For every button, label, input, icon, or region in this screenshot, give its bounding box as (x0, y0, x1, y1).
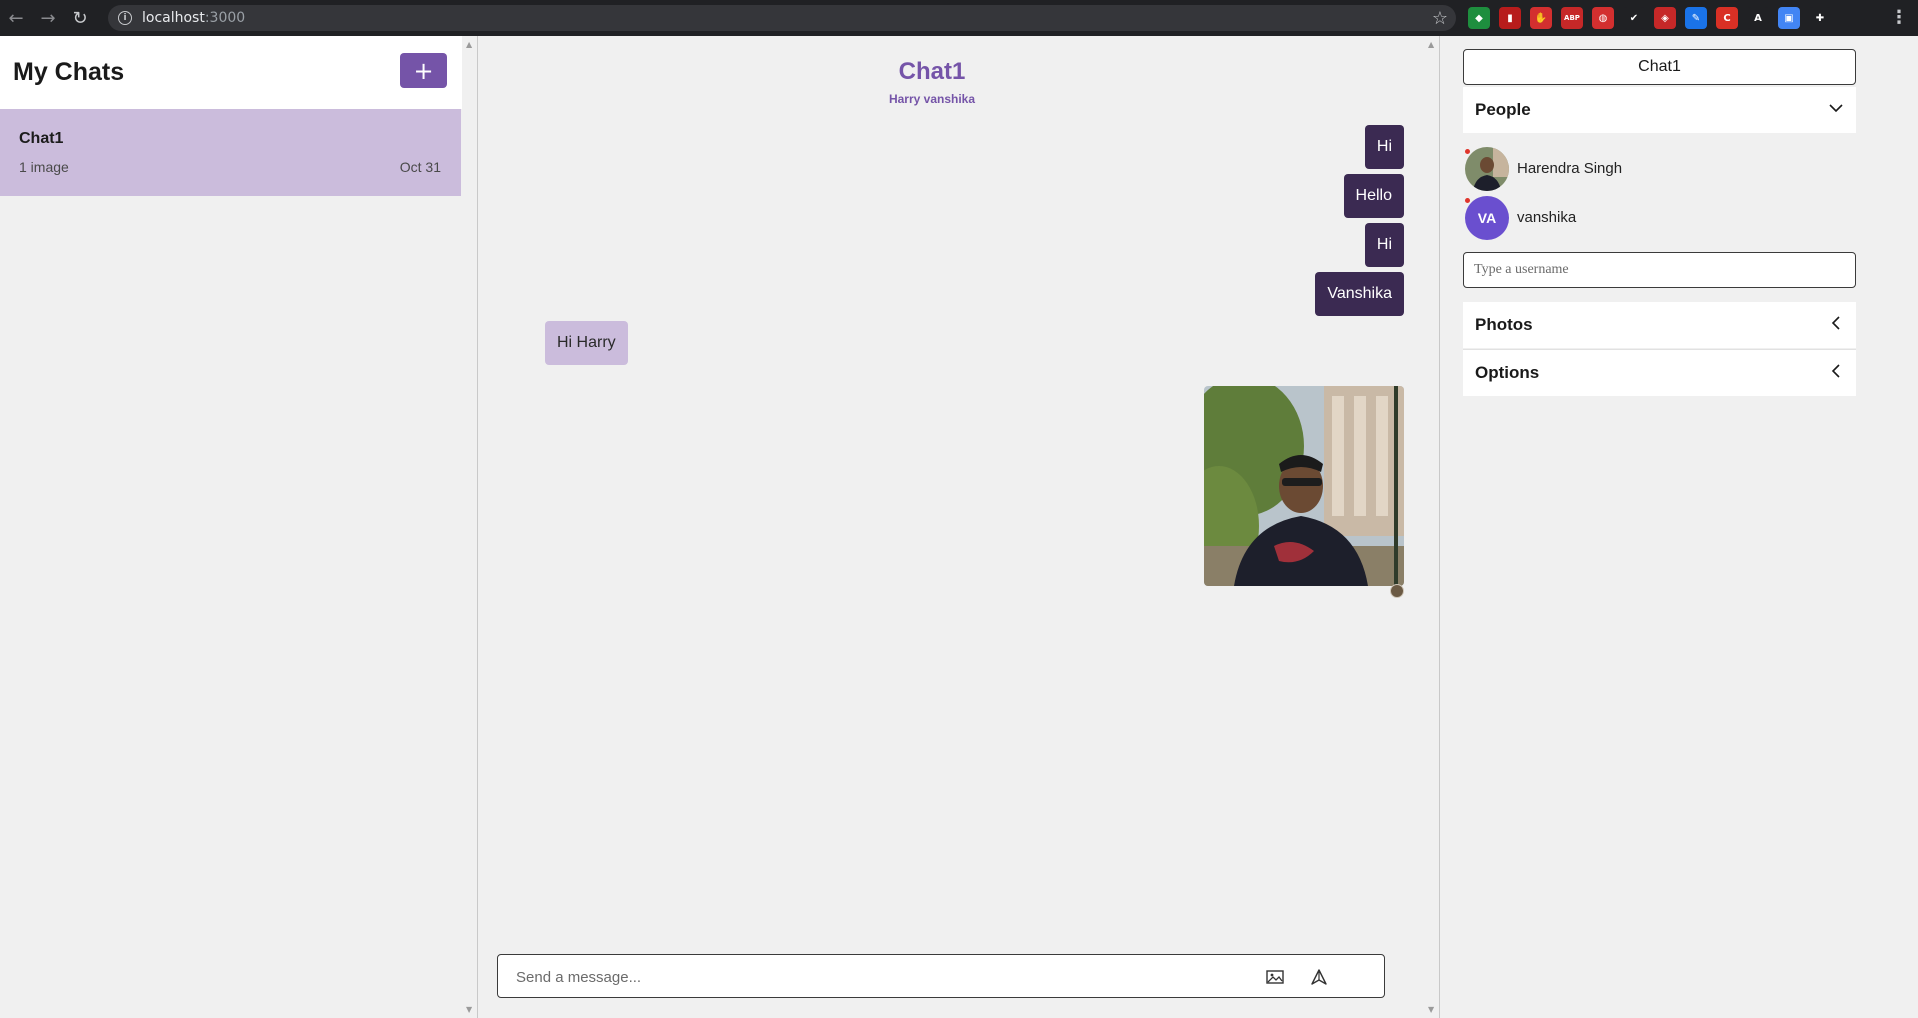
screen-ext-icon[interactable]: ▣ (1778, 7, 1800, 29)
camera-ext-icon[interactable]: ◈ (1654, 7, 1676, 29)
message-composer (497, 954, 1385, 998)
attach-image-icon[interactable] (1266, 969, 1284, 985)
avatar (1465, 147, 1509, 191)
abp-ext-icon[interactable]: ABP (1561, 7, 1583, 29)
extensions-bar: ◆ ▮ ✋ ABP ◍ ✔ ◈ ✎ C A ▣ ✚ (1468, 6, 1831, 30)
photos-section-label: Photos (1475, 315, 1533, 334)
avatar-photo (1465, 147, 1509, 191)
reload-icon[interactable]: ↻ (64, 0, 96, 36)
chat-list-scrollbar[interactable]: ▲ ▼ (462, 36, 478, 1018)
chat-feed: Chat1 Harry vanshika Hi Hello Hi Vanshik… (478, 36, 1440, 1018)
chat-settings-panel: Chat1 People Harendra Singh VA vanshika … (1440, 36, 1918, 1018)
ct-ext-icon[interactable]: C (1716, 7, 1738, 29)
puzzle-ext-icon[interactable]: ✚ (1809, 7, 1831, 29)
site-info-icon[interactable]: i (118, 11, 132, 25)
browser-menu-icon[interactable]: ⋮ (1890, 7, 1908, 28)
browser-toolbar: ← → ↻ i localhost:3000 ☆ ◆ ▮ ✋ ABP ◍ ✔ ◈ ✎ C A ▣ ✚ … (0, 0, 1918, 36)
check-ext-icon[interactable]: ✔ (1623, 7, 1645, 29)
message-input[interactable] (516, 965, 1216, 989)
chat-list-title: My Chats (13, 58, 125, 86)
message-bubble-incoming: Hi Harry (545, 321, 628, 365)
pocket-ext-icon[interactable]: ◍ (1592, 7, 1614, 29)
chat-list-panel: My Chats + Chat1 1 image Oct 31 (0, 36, 462, 1018)
person-row: VA vanshika (1465, 196, 1855, 240)
chat-card-title: Chat1 (19, 130, 64, 147)
new-chat-button[interactable]: + (400, 53, 447, 88)
chat-app: My Chats + Chat1 1 image Oct 31 ▲ ▼ Chat… (0, 36, 1918, 1018)
photos-section-header[interactable]: Photos (1463, 302, 1856, 348)
people-section-header[interactable]: People (1463, 87, 1856, 133)
url-host: localhost (142, 10, 205, 26)
pen-ext-icon[interactable]: ✎ (1685, 7, 1707, 29)
chat-feed-people: Harry vanshika (888, 92, 976, 106)
options-section-header[interactable]: Options (1463, 350, 1856, 396)
message-bubble: Vanshika (1315, 272, 1404, 316)
message-bubble: Hi (1364, 125, 1404, 169)
people-section-label: People (1475, 100, 1531, 119)
scroll-up-icon[interactable]: ▲ (466, 40, 472, 49)
avatar: VA (1465, 196, 1509, 240)
url-port: :3000 (204, 10, 246, 26)
person-row: Harendra Singh (1465, 147, 1855, 191)
chart-ext-icon[interactable]: ▮ (1499, 7, 1521, 29)
chat-list-header: My Chats + (0, 36, 462, 109)
chevron-left-icon (1831, 316, 1840, 330)
chat-feed-title: Chat1 (898, 58, 966, 85)
online-status-dot (1465, 149, 1470, 154)
send-icon[interactable] (1310, 968, 1328, 986)
a-ext-icon[interactable]: A (1747, 7, 1769, 29)
scroll-down-icon[interactable]: ▼ (1428, 1005, 1434, 1014)
chevron-down-icon (1829, 104, 1843, 113)
chat-title-field[interactable]: Chat1 (1463, 49, 1856, 85)
back-icon[interactable]: ← (0, 0, 32, 36)
chat-card-last-message: 1 image (19, 159, 69, 175)
read-receipt-avatar (1390, 584, 1404, 598)
hand-ext-icon[interactable]: ✋ (1530, 7, 1552, 29)
person-name: Harendra Singh (1517, 160, 1623, 177)
options-section-label: Options (1475, 363, 1540, 382)
message-bubble: Hi (1364, 223, 1404, 267)
chevron-left-icon (1831, 364, 1840, 378)
address-bar[interactable]: i localhost:3000 ☆ (108, 5, 1456, 31)
online-status-dot (1465, 198, 1470, 203)
scroll-up-icon[interactable]: ▲ (1428, 40, 1434, 49)
image-message[interactable] (1204, 386, 1404, 586)
add-username-input[interactable] (1463, 252, 1856, 288)
person-name: vanshika (1517, 209, 1577, 226)
image-message-photo (1204, 386, 1404, 586)
scroll-down-icon[interactable]: ▼ (466, 1005, 472, 1014)
shield-ext-icon[interactable]: ◆ (1468, 7, 1490, 29)
bookmark-star-icon[interactable]: ☆ (1432, 8, 1448, 29)
message-bubble: Hello (1343, 174, 1404, 218)
forward-icon[interactable]: → (32, 0, 64, 36)
chat-card-date: Oct 31 (399, 159, 441, 175)
chat-card-selected[interactable]: Chat1 1 image Oct 31 (0, 109, 461, 196)
chat-feed-scrollbar[interactable]: ▲ ▼ (1424, 36, 1440, 1018)
